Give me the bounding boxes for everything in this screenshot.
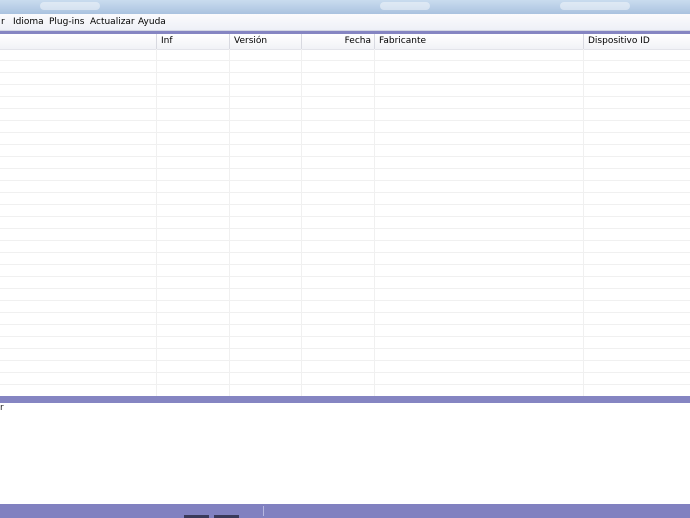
column-header-fabricante[interactable]: Fabricante [375,34,583,49]
status-separator [263,506,264,516]
list-header: Inf Versión Fecha Fabricante Dispositivo… [0,34,690,50]
list-rows [0,49,690,396]
menu-item-ayuda[interactable]: Ayuda [138,16,166,29]
column-header-inf[interactable]: Inf [157,34,229,49]
column-header-dispositivo-id[interactable]: Dispositivo ID [584,34,690,49]
column-header-version[interactable]: Versión [230,34,301,49]
menu-item-ver[interactable]: r [1,16,5,29]
log-text: r [0,403,4,413]
grid-line [229,49,230,396]
middle-splitter[interactable] [0,396,690,403]
grid-line [301,49,302,396]
grid-line [374,49,375,396]
device-list[interactable]: Inf Versión Fecha Fabricante Dispositivo… [0,34,690,396]
menu-item-idioma[interactable]: Idioma [13,16,44,29]
status-bar [0,504,690,518]
menu-bar: r Idioma Plug-ins Actualizar Ayuda [0,14,690,31]
column-header-fecha[interactable]: Fecha [302,34,374,49]
grid-line [156,49,157,396]
menu-item-actualizar[interactable]: Actualizar [90,16,135,29]
log-panel[interactable]: r [0,403,690,504]
grid-line [583,49,584,396]
window-titlebar [0,0,690,14]
menu-item-plugins[interactable]: Plug-ins [49,16,85,29]
